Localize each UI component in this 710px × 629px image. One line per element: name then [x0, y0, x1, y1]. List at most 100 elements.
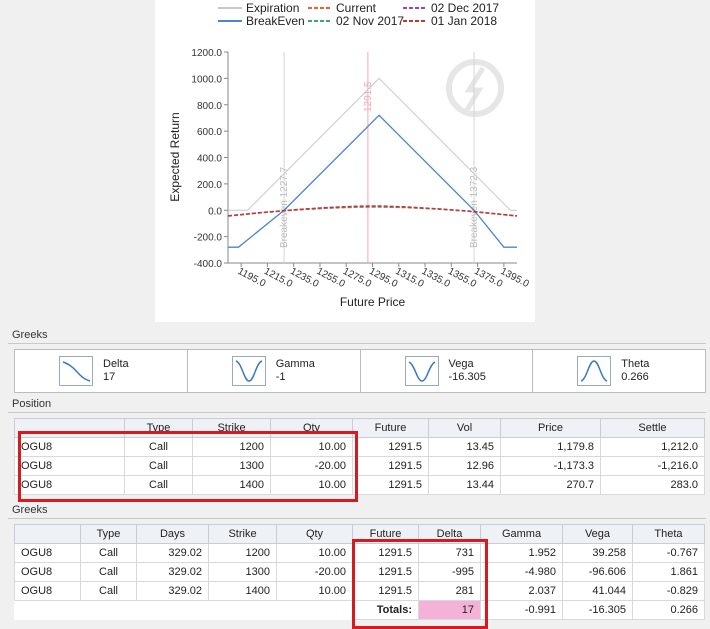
greeks_table-header[interactable]: Delta — [418, 524, 481, 544]
table-cell: 1300 — [208, 562, 277, 582]
greeks_table-header[interactable]: Type — [80, 524, 137, 544]
x-tick-label: 1315.0 — [393, 266, 426, 290]
table-cell: OGU8 — [14, 475, 125, 495]
position_table-header[interactable]: Vol — [428, 418, 501, 438]
section-divider — [8, 518, 706, 519]
table-cell: 1291.5 — [352, 456, 429, 476]
section-divider — [8, 343, 706, 344]
watermark-logo-bolt — [464, 66, 486, 112]
table-cell — [136, 600, 209, 620]
table-row[interactable]: OGU8 Call 1400 10.00 1291.5 13.44 270.7 283.0 — [14, 475, 705, 495]
gamma-curve-icon — [231, 356, 266, 386]
x-tick-label: 1295.0 — [367, 266, 400, 290]
table-cell: Call — [80, 581, 137, 601]
table-cell: 1200 — [208, 543, 277, 563]
table-cell: 39.258 — [562, 543, 633, 563]
table-cell: 329.02 — [136, 581, 209, 601]
greeks_table-header[interactable]: Qty — [276, 524, 353, 544]
position_table-header[interactable]: Price — [500, 418, 601, 438]
y-tick-label: 600.0 — [197, 127, 222, 138]
x-tick-label: 1215.0 — [262, 266, 295, 290]
greeks_table-header[interactable] — [14, 524, 81, 544]
y-tick-label: 800.0 — [197, 101, 222, 112]
position_table-header[interactable]: Qty — [270, 418, 353, 438]
greeks_table-header[interactable]: Gamma — [480, 524, 563, 544]
table-cell — [14, 600, 81, 620]
position-section-label: Position — [12, 398, 52, 410]
table-cell: 1400 — [208, 581, 277, 601]
x-tick-label: 1395.0 — [498, 266, 531, 290]
greek-theta: Theta 0.266 — [533, 350, 705, 392]
position-table: Type Strike Qty Future Vol Price Settle OGU8 Ca… — [14, 418, 705, 495]
x-axis-title: Future Price — [340, 295, 406, 309]
greek-name: Delta — [103, 358, 129, 370]
x-tick-label: 1235.0 — [288, 266, 321, 290]
vega-curve-icon — [404, 356, 439, 386]
total-delta: 17 — [418, 600, 481, 620]
greeks_table-header[interactable]: Days — [136, 524, 209, 544]
y-tick-label: -200.0 — [194, 233, 223, 244]
table-cell: -4.980 — [480, 562, 563, 582]
totals-label: Totals: — [352, 600, 419, 620]
total-vega: -16.305 — [562, 600, 633, 620]
table-row[interactable]: OGU8 Call 1200 10.00 1291.5 13.45 1,179.8 1,212… — [14, 437, 705, 457]
position_table-header[interactable]: Settle — [600, 418, 705, 438]
greeks_table-header[interactable]: Vega — [562, 524, 633, 544]
table-cell: -0.767 — [632, 543, 705, 563]
legend-label: 02 Nov 2017 — [336, 14, 404, 28]
totals-row: Totals: 17 -0.991 -16.305 0.266 — [14, 600, 705, 620]
greek-vega: Vega -16.305 — [361, 350, 534, 392]
y-tick-label: 200.0 — [197, 180, 222, 191]
greeks_table-header[interactable]: Strike — [208, 524, 277, 544]
table-row[interactable]: OGU8 Call 329.02 1400 10.00 1291.5 281 2.037 41.… — [14, 581, 705, 601]
position_table-header[interactable]: Strike — [192, 418, 271, 438]
y-axis-title: Expected Return — [168, 112, 182, 201]
table-cell: 1,212.0 — [600, 437, 705, 457]
table-cell: 1291.5 — [352, 581, 419, 601]
x-tick-label: 1355.0 — [446, 266, 479, 290]
greeks-section-label: Greeks — [12, 329, 48, 341]
position_table-header[interactable]: Future — [352, 418, 429, 438]
table-cell: 1200 — [192, 437, 271, 457]
table-cell: 12.96 — [428, 456, 501, 476]
table-cell: Call — [80, 543, 137, 563]
legend-label: 01 Jan 2018 — [431, 14, 497, 28]
table-cell: 1291.5 — [352, 475, 429, 495]
table-row[interactable]: OGU8 Call 329.02 1200 10.00 1291.5 731 1.952 39.… — [14, 543, 705, 563]
table-row[interactable]: OGU8 Call 1300 -20.00 1291.5 12.96 -1,173.3 -1,… — [14, 456, 705, 476]
table-cell — [208, 600, 277, 620]
table-cell: 281 — [418, 581, 481, 601]
marker-vline-label: Breakeven 1227.7 — [279, 166, 290, 248]
table-row[interactable]: OGU8 Call 329.02 1300 -20.00 1291.5 -995 -4.980… — [14, 562, 705, 582]
table-cell: 731 — [418, 543, 481, 563]
table-cell: -1,173.3 — [500, 456, 601, 476]
greeks_table-header[interactable]: Future — [352, 524, 419, 544]
position_table-header[interactable]: Type — [124, 418, 193, 438]
greek-name: Gamma — [275, 358, 315, 370]
y-tick-label: 400.0 — [197, 154, 222, 165]
table-cell: -1,216.0 — [600, 456, 705, 476]
table-cell: -20.00 — [276, 562, 353, 582]
legend-label: Expiration — [246, 1, 299, 15]
y-tick-label: 1200.0 — [191, 48, 222, 59]
legend-label: 02 Dec 2017 — [431, 1, 499, 15]
delta-curve-icon — [59, 356, 93, 386]
position_table-header[interactable] — [14, 418, 125, 438]
table-cell: 1291.5 — [352, 437, 429, 457]
table-cell: 10.00 — [276, 543, 353, 563]
x-tick-label: 1335.0 — [420, 266, 453, 290]
table-cell: Call — [124, 475, 193, 495]
section-divider — [8, 412, 706, 413]
greeks-table: Type Days Strike Qty Future Delta Gamma Vega The… — [14, 524, 705, 620]
greeks_table-header[interactable]: Theta — [632, 524, 705, 544]
table-cell: 10.00 — [270, 475, 353, 495]
table-cell: 10.00 — [276, 581, 353, 601]
greek-name: Theta — [621, 358, 650, 370]
greek-value: -16.305 — [448, 371, 486, 383]
payoff-chart-panel: 1200.0 1000.0 800.0 600.0 400.0 200.0 0.0 -200.… — [155, 0, 535, 322]
table-cell: Call — [80, 562, 137, 582]
table-cell: Call — [124, 456, 193, 476]
greeks-detail-section-label: Greeks — [12, 504, 48, 516]
table-cell: OGU8 — [14, 581, 81, 601]
greek-name: Vega — [448, 358, 474, 370]
